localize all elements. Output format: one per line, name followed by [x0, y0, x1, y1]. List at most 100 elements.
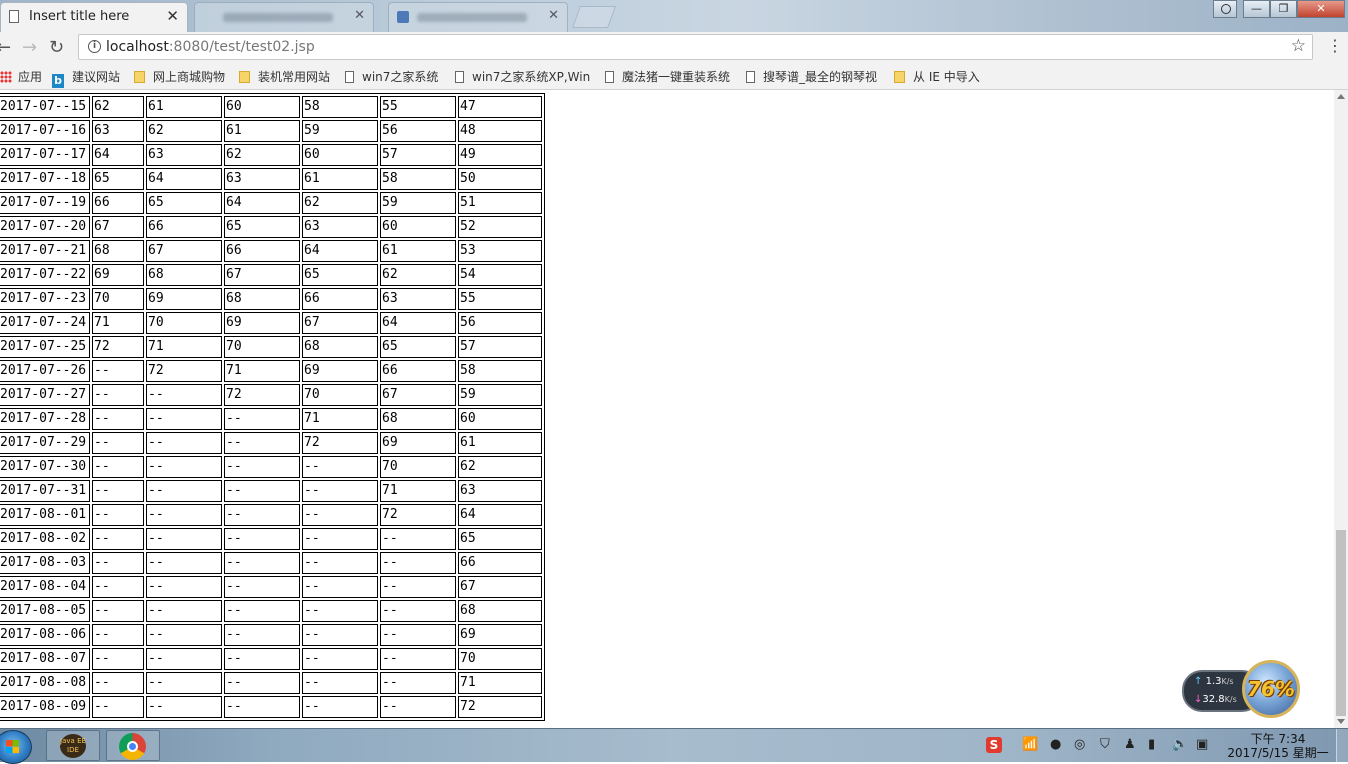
- value-cell: --: [92, 576, 144, 598]
- network-icon[interactable]: ▣: [1196, 737, 1208, 752]
- date-cell: 2017-08--02: [0, 528, 90, 550]
- value-cell: --: [92, 504, 144, 526]
- value-cell: --: [92, 624, 144, 646]
- volume-icon[interactable]: 🔈: [1172, 737, 1188, 752]
- bookmark-sheet-music[interactable]: 搜琴谱_最全的钢琴视: [746, 68, 877, 85]
- table-row: 2017-07--20 67 66 65 63 60 52: [0, 216, 542, 238]
- memory-usage-orb[interactable]: 76%: [1242, 660, 1300, 718]
- value-cell: --: [92, 480, 144, 502]
- value-cell: --: [146, 384, 222, 406]
- close-window-button[interactable]: ✕: [1297, 0, 1345, 18]
- tab-background-1[interactable]: ✕: [194, 2, 374, 32]
- taskbar-app-chrome[interactable]: [106, 730, 160, 761]
- taskbar-app-javaee[interactable]: Java EE IDE: [46, 730, 100, 761]
- value-cell: --: [92, 432, 144, 454]
- tab-background-2[interactable]: ✕: [388, 2, 568, 32]
- bookmark-magic-pig[interactable]: 魔法猪一键重装系统: [605, 68, 730, 85]
- value-cell: 67: [92, 216, 144, 238]
- vertical-scrollbar[interactable]: [1334, 90, 1348, 728]
- site-info-icon[interactable]: i: [88, 40, 101, 53]
- address-bar[interactable]: i localhost:8080/test/test02.jsp ☆: [78, 34, 1313, 60]
- tray-app-icon[interactable]: ●: [1050, 737, 1061, 752]
- bookmark-star-icon[interactable]: ☆: [1291, 36, 1306, 56]
- value-cell: 58: [302, 96, 378, 118]
- sogou-input-icon[interactable]: S: [986, 737, 1002, 753]
- restore-button[interactable]: ❐: [1270, 0, 1297, 18]
- back-arrow-icon[interactable]: ←: [0, 37, 11, 58]
- value-cell: 50: [458, 168, 542, 190]
- value-cell: 67: [146, 240, 222, 262]
- minimize-button[interactable]: —: [1243, 0, 1270, 18]
- value-cell: 59: [380, 192, 456, 214]
- value-cell: 71: [224, 360, 300, 382]
- value-cell: --: [380, 624, 456, 646]
- value-cell: 72: [92, 336, 144, 358]
- value-cell: 65: [92, 168, 144, 190]
- value-cell: --: [380, 528, 456, 550]
- taskbar-clock[interactable]: 下午 7:34 2017/5/15 星期一: [1226, 732, 1330, 760]
- date-cell: 2017-08--08: [0, 672, 90, 694]
- value-cell: --: [224, 528, 300, 550]
- date-cell: 2017-07--28: [0, 408, 90, 430]
- chrome-menu-icon[interactable]: ⋮: [1327, 38, 1343, 54]
- value-cell: --: [302, 504, 378, 526]
- value-cell: 66: [302, 288, 378, 310]
- usb-device-icon[interactable]: ▮: [1148, 737, 1155, 752]
- value-cell: 67: [458, 576, 542, 598]
- scroll-up-arrow-icon[interactable]: [1337, 94, 1345, 99]
- table-row: 2017-08--05 -- -- -- -- -- 68: [0, 600, 542, 622]
- value-cell: 56: [380, 120, 456, 142]
- value-cell: 64: [224, 192, 300, 214]
- tray-settings-icon[interactable]: ◎: [1074, 737, 1085, 752]
- qq-icon[interactable]: ♟: [1124, 737, 1136, 752]
- value-cell: 55: [458, 288, 542, 310]
- value-cell: 63: [302, 216, 378, 238]
- scroll-down-arrow-icon[interactable]: [1337, 719, 1345, 724]
- bookmark-shopping[interactable]: 网上商城购物: [134, 68, 225, 85]
- security-shield-icon[interactable]: ⛉: [1100, 737, 1110, 752]
- start-button[interactable]: [0, 730, 32, 764]
- value-cell: 72: [224, 384, 300, 406]
- value-cell: 69: [302, 360, 378, 382]
- wifi-icon[interactable]: 📶: [1022, 737, 1038, 752]
- bookmark-label: win7之家系统: [362, 70, 439, 84]
- bookmark-apps[interactable]: 应用: [0, 68, 42, 85]
- new-tab-button[interactable]: [571, 6, 617, 28]
- table-row: 2017-07--29 -- -- -- 72 69 61: [0, 432, 542, 454]
- value-cell: 52: [458, 216, 542, 238]
- date-cell: 2017-07--21: [0, 240, 90, 262]
- close-tab-icon[interactable]: ✕: [166, 7, 179, 25]
- value-cell: --: [302, 648, 378, 670]
- forward-arrow-icon[interactable]: →: [22, 37, 37, 58]
- value-cell: 72: [302, 432, 378, 454]
- value-cell: 67: [302, 312, 378, 334]
- table-row: 2017-08--06 -- -- -- -- -- 69: [0, 624, 542, 646]
- tab-active[interactable]: Insert title here ✕: [0, 2, 188, 32]
- value-cell: --: [380, 696, 456, 718]
- bookmark-install-sites[interactable]: 装机常用网站: [239, 68, 330, 85]
- reload-icon[interactable]: ↻: [49, 37, 64, 58]
- close-tab-icon[interactable]: ✕: [354, 8, 365, 23]
- value-cell: 57: [458, 336, 542, 358]
- bookmark-suggested-sites[interactable]: b 建议网站: [52, 68, 120, 88]
- bookmark-label: 建议网站: [72, 70, 121, 84]
- value-cell: 65: [458, 528, 542, 550]
- user-profile-icon[interactable]: [1213, 0, 1237, 18]
- bookmark-import-ie[interactable]: 从 IE 中导入: [894, 68, 980, 85]
- bookmark-win7-home[interactable]: win7之家系统: [345, 68, 438, 85]
- value-cell: 63: [458, 480, 542, 502]
- show-desktop-button[interactable]: [1336, 729, 1348, 763]
- value-cell: 56: [458, 312, 542, 334]
- url-host: localhost: [106, 39, 169, 55]
- value-cell: --: [92, 696, 144, 718]
- scrollbar-thumb[interactable]: [1336, 530, 1346, 716]
- date-cell: 2017-07--29: [0, 432, 90, 454]
- bookmark-win7-xp[interactable]: win7之家系统XP,Win: [455, 68, 590, 85]
- value-cell: --: [146, 600, 222, 622]
- upload-speed: ↑ 1.3K/s: [1194, 676, 1234, 687]
- value-cell: --: [380, 648, 456, 670]
- close-tab-icon[interactable]: ✕: [548, 8, 559, 23]
- value-cell: --: [380, 600, 456, 622]
- value-cell: --: [224, 648, 300, 670]
- value-cell: 61: [458, 432, 542, 454]
